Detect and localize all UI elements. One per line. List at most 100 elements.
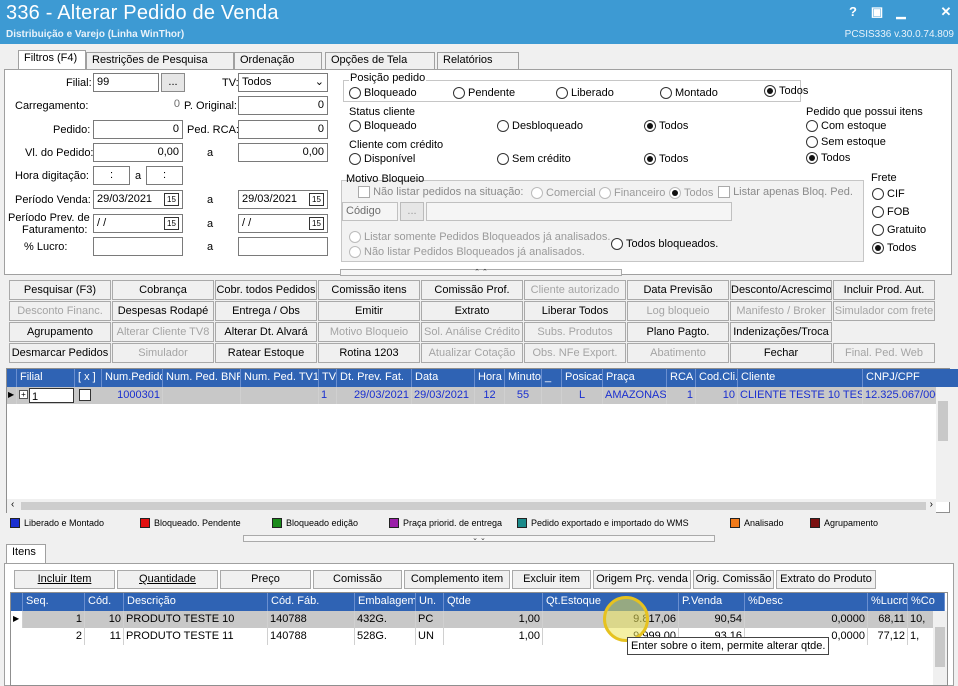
col-num-ped-tv1[interactable]: Num. Ped. TV1 (241, 369, 319, 387)
extrato-do-produto-button[interactable]: Extrato do Produto (776, 570, 876, 589)
codigo-lookup-button[interactable]: ... (400, 202, 424, 221)
frete-cif-radio[interactable]: CIF (872, 188, 905, 200)
vl-pedido-to-input[interactable]: 0,00 (238, 143, 328, 162)
col-desc[interactable]: %Desc (745, 593, 868, 611)
col-filial[interactable]: Filial (17, 369, 75, 387)
desconto-acrescimo-button[interactable]: Desconto/Acrescimo (730, 280, 832, 300)
col-x[interactable]: [ x ] (75, 369, 102, 387)
help-icon[interactable]: ? (845, 4, 861, 20)
col-minuto[interactable]: Minuto (505, 369, 542, 387)
ped-rca-input[interactable]: 0 (238, 120, 328, 139)
tab-opcoes-tela[interactable]: Opções de Tela (F7) (325, 52, 435, 81)
col-co[interactable]: %Co (908, 593, 945, 611)
col-sel[interactable]: _ (542, 369, 562, 387)
vertical-scrollbar[interactable] (933, 611, 947, 685)
scrollbar-thumb[interactable] (21, 502, 926, 510)
posicao-bloqueado-radio[interactable]: Bloqueado (349, 87, 417, 99)
posicao-montado-radio[interactable]: Montado (660, 87, 718, 99)
alterar-cliente-tv8-button[interactable]: Alterar Cliente TV8 (112, 322, 214, 342)
col-hora[interactable]: Hora (475, 369, 505, 387)
itens-com-estoque-radio[interactable]: Com estoque (806, 120, 886, 132)
col-seq[interactable]: Seq. (23, 593, 85, 611)
col-praca[interactable]: Praça (603, 369, 667, 387)
restore-icon[interactable]: ▣ (869, 4, 885, 20)
calendar-icon[interactable]: 15 (309, 193, 324, 206)
calendar-icon[interactable]: 15 (164, 217, 179, 230)
frete-fob-radio[interactable]: FOB (872, 206, 910, 218)
situacao-comercial-radio[interactable]: Comercial (531, 187, 596, 199)
tv-select[interactable]: Todos ⌄ (238, 73, 328, 92)
quantidade-button[interactable]: Quantidade (117, 570, 218, 589)
motivo-bloqueio-button[interactable]: Motivo Bloqueio (318, 322, 420, 342)
tab-ordenacao[interactable]: Ordenação (F6) (234, 52, 322, 81)
col-cliente[interactable]: Cliente (738, 369, 863, 387)
posicao-pendente-radio[interactable]: Pendente (453, 87, 515, 99)
col-tv[interactable]: TV (319, 369, 337, 387)
tab-filtros[interactable]: Filtros (F4) (18, 50, 86, 70)
obs-nfe-export-button[interactable]: Obs. NFe Export. (524, 343, 626, 363)
log-bloqueio-button[interactable]: Log bloqueio (627, 301, 729, 321)
grid-splitter[interactable]: ⌄ ⌄ (243, 535, 715, 542)
minimize-icon[interactable]: ▁ (893, 4, 909, 20)
comissao-itens-button[interactable]: Comissão itens (318, 280, 420, 300)
desmarcar-pedidos-button[interactable]: Desmarcar Pedidos (9, 343, 111, 363)
preco-button[interactable]: Preço (220, 570, 311, 589)
lucro-to-input[interactable] (238, 237, 328, 256)
col-data[interactable]: Data (412, 369, 475, 387)
complemento-item-button[interactable]: Complemento item (404, 570, 510, 589)
credito-disponivel-radio[interactable]: Disponível (349, 153, 415, 165)
incluir-prod-aut-button[interactable]: Incluir Prod. Aut. (833, 280, 935, 300)
tab-itens[interactable]: Itens (6, 544, 46, 564)
status-bloqueado-radio[interactable]: Bloqueado (349, 120, 417, 132)
comissao-button[interactable]: Comissão (313, 570, 402, 589)
col-dt-prev-fat[interactable]: Dt. Prev. Fat. (337, 369, 412, 387)
origem-prc-venda-button[interactable]: Origem Prç. venda (593, 570, 691, 589)
col-qtde[interactable]: Qtde (444, 593, 543, 611)
cliente-autorizado-button[interactable]: Cliente autorizado (524, 280, 626, 300)
lucro-from-input[interactable] (93, 237, 183, 256)
col-embalagem[interactable]: Embalagem (355, 593, 416, 611)
orig-comissao-button[interactable]: Orig. Comissão (693, 570, 774, 589)
simulador-com-frete-button[interactable]: Simulador com frete (833, 301, 935, 321)
p-original-input[interactable]: 0 (238, 96, 328, 115)
calendar-icon[interactable]: 15 (164, 193, 179, 206)
atualizar-cotacao-button[interactable]: Atualizar Cotação (421, 343, 523, 363)
filial-lookup-button[interactable]: ... (161, 73, 185, 92)
vl-pedido-from-input[interactable]: 0,00 (93, 143, 183, 162)
listar-analisados-radio[interactable]: Listar somente Pedidos Bloqueados já ana… (349, 231, 610, 243)
col-num-ped-bnf[interactable]: Num. Ped. BNF (163, 369, 241, 387)
scrollbar-thumb[interactable] (938, 401, 948, 441)
desconto-financ-button[interactable]: Desconto Financ. (9, 301, 111, 321)
panel-splitter[interactable]: ⌃ ⌃ (340, 269, 622, 276)
frete-todos-radio[interactable]: Todos (872, 242, 916, 254)
excluir-item-button[interactable]: Excluir item (512, 570, 591, 589)
filial-input[interactable]: 99 (93, 73, 159, 92)
comissao-prof-button[interactable]: Comissão Prof. (421, 280, 523, 300)
credito-todos-radio[interactable]: Todos (644, 153, 688, 165)
alterar-dt-alvara-button[interactable]: Alterar Dt. Alvará (215, 322, 317, 342)
agrupamento-button[interactable]: Agrupamento (9, 322, 111, 342)
ratear-estoque-button[interactable]: Ratear Estoque (215, 343, 317, 363)
hora-to-input[interactable]: : (146, 166, 183, 185)
subs-produtos-button[interactable]: Subs. Produtos (524, 322, 626, 342)
posicao-liberado-radio[interactable]: Liberado (556, 87, 614, 99)
cobr-todos-pedidos-button[interactable]: Cobr. todos Pedidos (215, 280, 317, 300)
manifesto-broker-button[interactable]: Manifesto / Broker (730, 301, 832, 321)
col-rca[interactable]: RCA (667, 369, 696, 387)
indenizacoes-troca-button[interactable]: Indenizações/Troca (730, 322, 832, 342)
calendar-icon[interactable]: 15 (309, 217, 324, 230)
sol-analise-credito-button[interactable]: Sol. Análise Crédito (421, 322, 523, 342)
col-un[interactable]: Un. (416, 593, 444, 611)
posicao-todos-radio[interactable]: Todos (764, 85, 808, 97)
vertical-scrollbar[interactable] (936, 387, 950, 502)
hora-from-input[interactable]: : (93, 166, 130, 185)
todos-bloqueados-radio[interactable]: Todos bloqueados. (611, 238, 718, 250)
nao-listar-analisados-radio[interactable]: Não listar Pedidos Bloqueados já analisa… (349, 246, 585, 258)
plano-pagto-button[interactable]: Plano Pagto. (627, 322, 729, 342)
cobranca-button[interactable]: Cobrança (112, 280, 214, 300)
situacao-todos-radio[interactable]: Todos (669, 187, 713, 199)
entrega-obs-button[interactable]: Entrega / Obs (215, 301, 317, 321)
frete-gratuito-radio[interactable]: Gratuito (872, 224, 926, 236)
rotina-1203-button[interactable]: Rotina 1203 (318, 343, 420, 363)
scrollbar-thumb[interactable] (935, 627, 945, 667)
